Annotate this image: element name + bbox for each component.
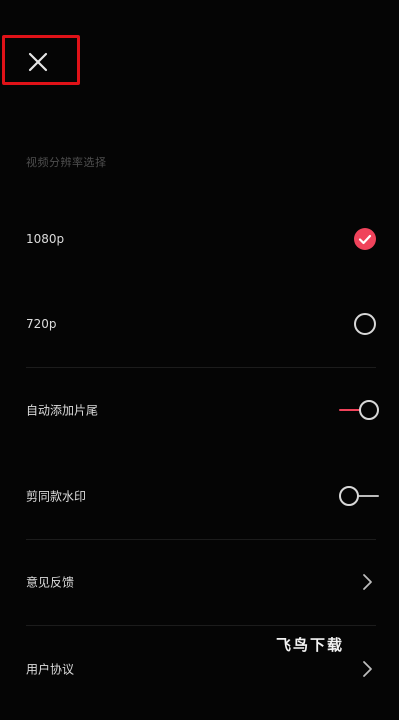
toggle-label: 剪同款水印 [26, 489, 87, 504]
resolution-option-label: 720p [26, 317, 57, 331]
chevron-right-icon [361, 573, 373, 591]
resolution-option-1080p[interactable]: 1080p [0, 219, 399, 259]
close-icon [28, 52, 48, 72]
settings-screen: 视频分辨率选择 1080p 720p 自动添加片尾 剪同款水印 意见反馈 用户协… [0, 0, 399, 720]
radio-checked-icon[interactable] [354, 228, 376, 250]
resolution-section-title: 视频分辨率选择 [26, 156, 107, 169]
toggle-knob [359, 400, 379, 420]
toggle-row-watermark: 剪同款水印 [0, 476, 399, 516]
divider [26, 367, 376, 368]
link-label: 意见反馈 [26, 575, 75, 590]
divider [26, 539, 376, 540]
radio-unchecked-icon[interactable] [354, 313, 376, 335]
chevron-right-icon [361, 660, 373, 678]
resolution-option-720p[interactable]: 720p [0, 304, 399, 344]
auto-ending-toggle[interactable] [339, 400, 379, 420]
link-row-user-agreement[interactable]: 用户协议 [0, 649, 399, 689]
divider [26, 625, 376, 626]
link-row-feedback[interactable]: 意见反馈 [0, 562, 399, 602]
watermark-text: 飞鸟下载 [276, 636, 345, 654]
resolution-option-label: 1080p [26, 232, 65, 246]
toggle-row-auto-ending: 自动添加片尾 [0, 390, 399, 430]
close-button[interactable] [22, 46, 54, 78]
toggle-knob [339, 486, 359, 506]
watermark-toggle[interactable] [339, 486, 379, 506]
link-label: 用户协议 [26, 662, 75, 677]
toggle-label: 自动添加片尾 [26, 403, 99, 418]
